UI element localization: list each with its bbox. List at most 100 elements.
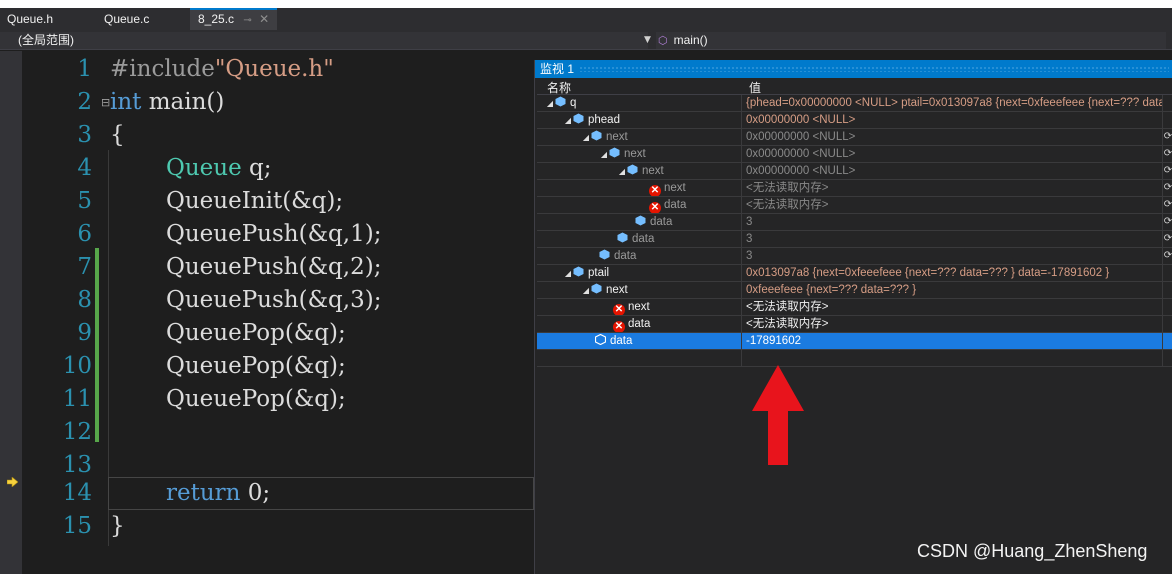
watch-row-next-error[interactable]: ✕ next <无法读取内存> ⟳ [537, 180, 1172, 197]
refresh-icon[interactable]: ⟳ [1163, 163, 1172, 179]
variable-icon [609, 147, 620, 158]
collapse-icon[interactable]: ⊟ [101, 86, 110, 119]
watch-row-next[interactable]: ◢ next 0x00000000 <NULL> ⟳ [537, 146, 1172, 163]
refresh-icon[interactable]: ⟳ [1163, 146, 1172, 162]
refresh-icon[interactable]: ⟳ [1163, 214, 1172, 230]
line-number: 6 [77, 221, 92, 247]
expand-triangle-icon[interactable]: ◢ [599, 147, 609, 162]
watch-name: data [628, 318, 651, 330]
expand-triangle-icon[interactable]: ◢ [617, 164, 627, 179]
line-number: 9 [77, 320, 92, 346]
tab-queue-h[interactable]: Queue.h [7, 8, 53, 30]
column-header-value[interactable]: 值 [749, 79, 761, 96]
watch-row-data-error[interactable]: ✕ data <无法读取内存> ⟳ [537, 197, 1172, 214]
refresh-icon[interactable]: ⟳ [1163, 231, 1172, 247]
watch-name: next [642, 165, 664, 177]
code-editor[interactable]: 1 #include"Queue.h" 2 ⊟ int main() 3 { 4… [0, 51, 534, 574]
watch-row-data[interactable]: data 3 ⟳ [537, 214, 1172, 231]
refresh-icon[interactable]: ⟳ [1163, 129, 1172, 145]
watch-name: data [610, 335, 633, 347]
tab-8-25-c[interactable]: 8_25.c ⊸ ✕ [190, 8, 278, 30]
watch-value: 0x00000000 <NULL> [743, 129, 1163, 145]
field-icon [595, 334, 606, 345]
expand-triangle-icon[interactable]: ◢ [581, 130, 591, 145]
watch-name-cell[interactable] [537, 350, 742, 366]
watch-name: data [650, 216, 673, 228]
watch-value: <无法读取内存> [743, 180, 1163, 196]
navigation-bar: (全局范围) ▼ ⬡ main() [0, 30, 1172, 50]
refresh-icon[interactable]: ⟳ [1163, 180, 1172, 196]
watch-row-data[interactable]: data 3 ⟳ [537, 231, 1172, 248]
watch-value: 0x013097a8 {next=0xfeeefeee {next=??? da… [743, 265, 1163, 281]
watch-name-cell: ✕ next [537, 299, 742, 315]
watch-name: phead [588, 114, 620, 126]
code-line: 1 #include"Queue.h" [0, 53, 534, 86]
watch-value: 0xfeeefeee {next=??? data=??? } [743, 282, 1163, 298]
watch-name-cell: ✕ data [537, 316, 742, 332]
code-line: 6 QueuePush(&q,1); [0, 218, 534, 251]
expand-triangle-icon[interactable]: ◢ [563, 113, 573, 128]
keyword: return [166, 480, 241, 506]
pin-icon[interactable]: ⊸ [243, 15, 251, 26]
error-icon: ✕ [649, 185, 661, 196]
function-label: main() [673, 33, 708, 47]
variable-icon [591, 130, 602, 141]
watch-value: 3 [743, 248, 1163, 264]
function-dropdown[interactable]: ⬡ main() [656, 32, 1166, 49]
refresh-icon[interactable]: ⟳ [1163, 197, 1172, 213]
error-icon: ✕ [649, 202, 661, 213]
value-edge [1163, 95, 1172, 111]
tab-bar: Queue.h Queue.c 8_25.c ⊸ ✕ [0, 8, 1172, 30]
line-number: 2 [77, 89, 92, 115]
value-edge [1163, 316, 1172, 332]
watch-row-ptail[interactable]: ◢ ptail 0x013097a8 {next=0xfeeefeee {next… [537, 265, 1172, 282]
watch-name: ptail [588, 267, 610, 279]
value-edge [1163, 333, 1172, 349]
watch-header: 名称 值 [537, 78, 1172, 95]
field-icon [635, 215, 646, 226]
watch-name: next [628, 301, 650, 313]
refresh-icon[interactable]: ⟳ [1163, 248, 1172, 264]
watch-row-phead[interactable]: ◢ phead 0x00000000 <NULL> [537, 112, 1172, 129]
watch-rows: ◢ q {phead=0x00000000 <NULL> ptail=0x0130… [537, 95, 1172, 367]
watch-row-next[interactable]: ◢ next 0x00000000 <NULL> ⟳ [537, 129, 1172, 146]
type-name: Queue [166, 155, 242, 181]
watch-name-cell: data [537, 231, 742, 247]
value-edge [1163, 282, 1172, 298]
watch-row-data-selected[interactable]: data -17891602 [537, 333, 1172, 350]
line-number: 4 [77, 155, 92, 181]
code-text: QueuePush(&q,2); [166, 254, 382, 280]
watch-name: next [624, 148, 646, 160]
watch-value: <无法读取内存> [743, 299, 1163, 315]
field-icon [617, 232, 628, 243]
close-icon[interactable]: ✕ [259, 12, 269, 26]
watch-name: data [664, 199, 687, 211]
code-line: 10 QueuePop(&q); [0, 350, 534, 383]
watch-name: q [570, 97, 577, 109]
code-rest: q; [241, 155, 272, 181]
watch-row-q[interactable]: ◢ q {phead=0x00000000 <NULL> ptail=0x0130… [537, 95, 1172, 112]
watch-row-data[interactable]: data 3 ⟳ [537, 248, 1172, 265]
value-edge [1163, 265, 1172, 281]
chevron-down-icon[interactable]: ▼ [644, 32, 651, 49]
error-icon: ✕ [613, 321, 625, 332]
code-line: 2 ⊟ int main() [0, 86, 534, 119]
expand-triangle-icon[interactable]: ◢ [545, 96, 555, 111]
expand-triangle-icon[interactable]: ◢ [581, 283, 591, 298]
watch-name-cell: ◢ next [537, 282, 742, 298]
watch-value: 3 [743, 231, 1163, 247]
code-text: return 0; [166, 477, 270, 510]
watch-row-next[interactable]: ◢ next 0x00000000 <NULL> ⟳ [537, 163, 1172, 180]
watch-value [743, 350, 1163, 366]
value-edge [1163, 112, 1172, 128]
watch-row-empty[interactable] [537, 350, 1172, 367]
watch-name: next [606, 284, 628, 296]
watch-row-next-error[interactable]: ✕ next <无法读取内存> [537, 299, 1172, 316]
tab-queue-c[interactable]: Queue.c [104, 8, 149, 30]
watch-row-next[interactable]: ◢ next 0xfeeefeee {next=??? data=??? } [537, 282, 1172, 299]
scope-dropdown[interactable]: (全局范围) [0, 32, 648, 49]
watch-row-data-error[interactable]: ✕ data <无法读取内存> [537, 316, 1172, 333]
column-header-name[interactable]: 名称 [547, 79, 571, 96]
expand-triangle-icon[interactable]: ◢ [563, 266, 573, 281]
code-line: 7 QueuePush(&q,2); [0, 251, 534, 284]
